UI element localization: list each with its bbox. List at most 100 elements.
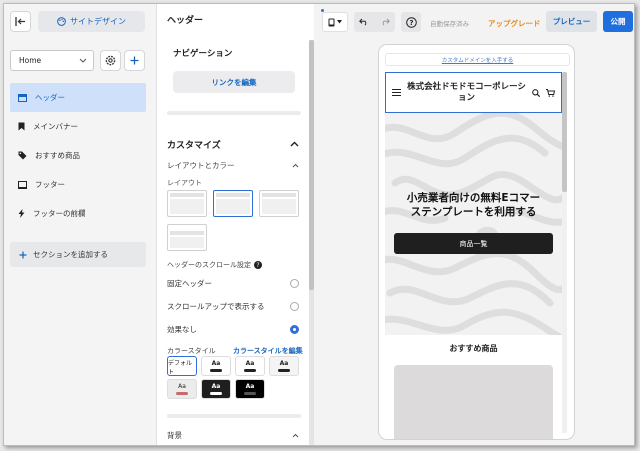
radio-button[interactable] xyxy=(290,279,299,288)
exit-icon xyxy=(15,17,25,26)
gear-icon xyxy=(105,55,116,66)
site-design-button[interactable]: サイトデザイン xyxy=(38,11,145,32)
autosave-status: 自動保存済み xyxy=(430,20,469,28)
radio-label: 効果なし xyxy=(167,325,197,334)
swatch-label: Aa xyxy=(211,383,221,390)
background-label[interactable]: 背景 xyxy=(167,430,182,441)
swatch-pill xyxy=(244,369,256,372)
back-button[interactable] xyxy=(10,11,31,32)
layout-color-label[interactable]: レイアウトとカラー xyxy=(167,160,235,171)
hero-title-line-1: 小売業者向けの無料Eコマー xyxy=(406,192,541,204)
bolt-icon xyxy=(18,209,25,218)
publish-button[interactable]: 公開 xyxy=(603,11,633,32)
site-header[interactable]: 株式会社ドモドモコーポレーション xyxy=(385,72,562,113)
tag-icon xyxy=(18,151,27,160)
section-item-footer[interactable]: フッター xyxy=(10,170,146,199)
search-icon[interactable] xyxy=(532,88,540,97)
section-item-pre-footer[interactable]: フッターの前欄 xyxy=(10,199,146,228)
section-label: おすすめ商品 xyxy=(35,151,80,160)
section-label: フッター xyxy=(35,180,65,189)
radio-button-selected[interactable] xyxy=(290,325,299,334)
add-section-label: セクションを追加する xyxy=(33,250,108,259)
site-name[interactable]: 株式会社ドモドモコーポレーション xyxy=(407,82,526,102)
layout-option-4[interactable] xyxy=(167,224,207,251)
featured-products-title: おすすめ商品 xyxy=(449,344,498,353)
color-swatch-3[interactable]: Aa xyxy=(235,356,265,376)
hero-title: 小売業者向けの無料Eコマー ステンプレートを利用する xyxy=(385,191,562,219)
section-label: ヘッダー xyxy=(35,93,65,102)
radio-fixed-header[interactable]: 固定ヘッダー xyxy=(167,278,299,289)
chevron-up-icon[interactable] xyxy=(292,163,299,168)
radio-no-effect[interactable]: 効果なし xyxy=(167,324,299,335)
section-item-header[interactable]: ヘッダー xyxy=(10,83,146,112)
product-image-placeholder[interactable] xyxy=(394,365,553,439)
scroll-setting-label-row: ヘッダーのスクロール設定 ? xyxy=(167,260,262,270)
upgrade-button[interactable]: アップグレード xyxy=(488,18,541,29)
mobile-device-icon xyxy=(328,18,335,26)
swatch-pill xyxy=(210,369,222,372)
redo-icon[interactable] xyxy=(380,18,390,26)
product-list-button[interactable]: 商品一覧 xyxy=(394,233,553,254)
page-settings-button[interactable] xyxy=(100,50,121,71)
hero-title-line-2: ステンプレートを利用する xyxy=(410,206,537,219)
chevron-up-icon[interactable] xyxy=(290,141,299,147)
layout-option-1[interactable] xyxy=(167,190,207,217)
site-design-label: サイトデザイン xyxy=(70,17,126,26)
app-window: サイトデザイン Home ヘッダー メインバナー おすすめ商品 フッター フッタ… xyxy=(3,3,635,446)
navigation-label: ナビゲーション xyxy=(173,49,233,59)
add-section-button[interactable]: セクションを追加する xyxy=(10,242,146,267)
swatch-pill xyxy=(176,392,188,395)
color-swatch-2[interactable]: Aa xyxy=(201,356,231,376)
help-button[interactable]: ? xyxy=(401,12,421,32)
radio-label: 固定ヘッダー xyxy=(167,279,212,288)
divider xyxy=(167,111,301,115)
help-icon[interactable]: ? xyxy=(254,261,262,269)
swatch-label: Aa xyxy=(211,360,221,367)
preview-scrollbar[interactable] xyxy=(562,72,567,433)
device-toggle-button[interactable] xyxy=(322,12,348,32)
scrollbar-thumb[interactable] xyxy=(562,72,567,192)
undo-redo-group xyxy=(354,12,395,32)
section-list: ヘッダー メインバナー おすすめ商品 フッター フッターの前欄 xyxy=(10,83,146,228)
hamburger-menu-icon[interactable] xyxy=(392,89,401,96)
hero-background-pattern xyxy=(385,113,562,335)
caret-down-icon xyxy=(337,20,342,24)
section-item-featured-products[interactable]: おすすめ商品 xyxy=(10,141,146,170)
customize-heading: カスタマイズ xyxy=(167,141,221,151)
preview-button[interactable]: プレビュー xyxy=(546,11,597,32)
chevron-up-icon[interactable] xyxy=(292,433,299,438)
radio-label: スクロールアップで表示する xyxy=(167,302,265,311)
edit-color-style-link[interactable]: カラースタイルを編集 xyxy=(233,346,303,356)
left-sidebar: サイトデザイン Home ヘッダー メインバナー おすすめ商品 フッター フッタ… xyxy=(4,4,156,445)
color-swatch-default[interactable]: デフォルト xyxy=(167,356,197,376)
preview-area: ? 自動保存済み アップグレード プレビュー 公開 カスタムドメインを入手する … xyxy=(314,4,634,445)
section-label: メインバナー xyxy=(33,122,78,131)
divider xyxy=(167,414,301,418)
layout-option-3[interactable] xyxy=(259,190,299,217)
swatch-label: Aa xyxy=(178,383,186,390)
radio-show-on-scroll-up[interactable]: スクロールアップで表示する xyxy=(167,301,299,312)
page-select[interactable]: Home xyxy=(10,50,94,71)
color-swatch-6[interactable]: Aa xyxy=(201,379,231,399)
custom-domain-link[interactable]: カスタムドメインを入手する xyxy=(385,53,570,66)
color-swatch-4[interactable]: Aa xyxy=(269,356,299,376)
layout-option-2[interactable] xyxy=(213,190,253,217)
section-item-main-banner[interactable]: メインバナー xyxy=(10,112,146,141)
footer-icon xyxy=(18,180,27,189)
color-swatch-7[interactable]: Aa xyxy=(235,379,265,399)
svg-text:?: ? xyxy=(256,262,259,269)
radio-button[interactable] xyxy=(290,302,299,311)
plus-icon xyxy=(19,251,27,258)
palette-icon xyxy=(57,17,66,26)
color-style-label: カラースタイル xyxy=(167,347,216,355)
hero-banner: 小売業者向けの無料Eコマー ステンプレートを利用する 商品一覧 xyxy=(385,113,562,335)
scroll-setting-label: ヘッダーのスクロール設定 xyxy=(167,261,251,269)
edit-links-button[interactable]: リンクを編集 xyxy=(173,71,295,93)
add-page-button[interactable] xyxy=(124,50,145,71)
swatch-label: Aa xyxy=(245,383,255,390)
swatch-pill xyxy=(244,392,256,395)
cart-icon[interactable] xyxy=(546,88,555,97)
undo-icon[interactable] xyxy=(359,18,369,26)
color-swatch-5[interactable]: Aa xyxy=(167,379,197,399)
section-label: フッターの前欄 xyxy=(33,209,86,218)
